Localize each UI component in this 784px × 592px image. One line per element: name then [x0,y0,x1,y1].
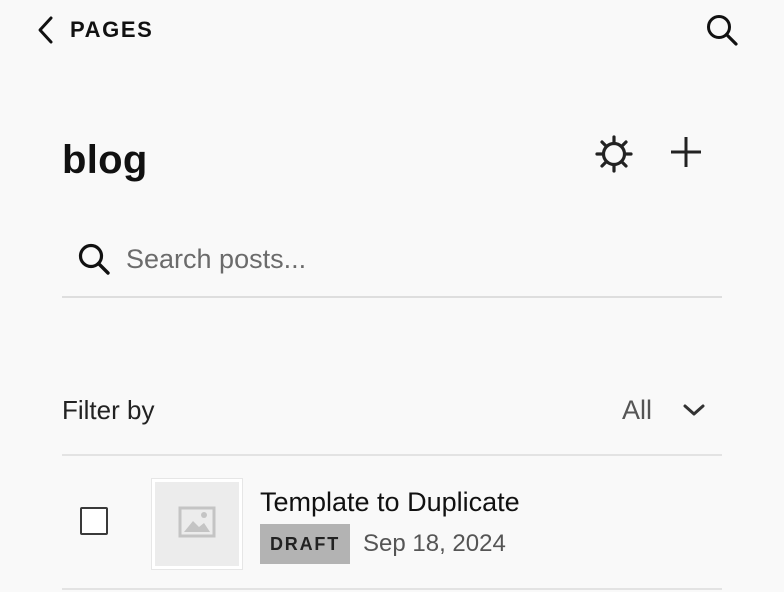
post-select-checkbox[interactable] [80,507,108,535]
page-title: blog [62,138,148,182]
search-icon [76,241,112,277]
settings-button[interactable] [590,132,638,180]
filter-selected-value: All [622,395,653,425]
add-post-button[interactable] [662,130,710,178]
post-title[interactable]: Template to Duplicate [260,484,520,520]
post-date: Sep 18, 2024 [363,530,506,557]
search-button[interactable] [700,10,744,54]
plus-icon [668,134,704,175]
search-posts-input[interactable] [126,243,686,275]
image-placeholder-icon [178,506,216,543]
search-posts-bar [62,222,722,298]
post-row[interactable]: Template to Duplicate DRAFT Sep 18, 2024 [62,456,722,588]
gear-icon [594,134,634,179]
filter-label: Filter by [62,395,155,425]
post-thumbnail[interactable] [152,479,242,569]
filter-dropdown[interactable]: All [612,390,724,430]
search-icon [705,13,739,52]
chevron-down-icon [682,402,706,418]
back-link-label: PAGES [70,17,154,42]
back-to-pages-link[interactable]: PAGES [36,12,153,48]
list-divider [62,588,722,590]
status-badge: DRAFT [260,524,350,564]
chevron-left-icon [36,14,60,46]
